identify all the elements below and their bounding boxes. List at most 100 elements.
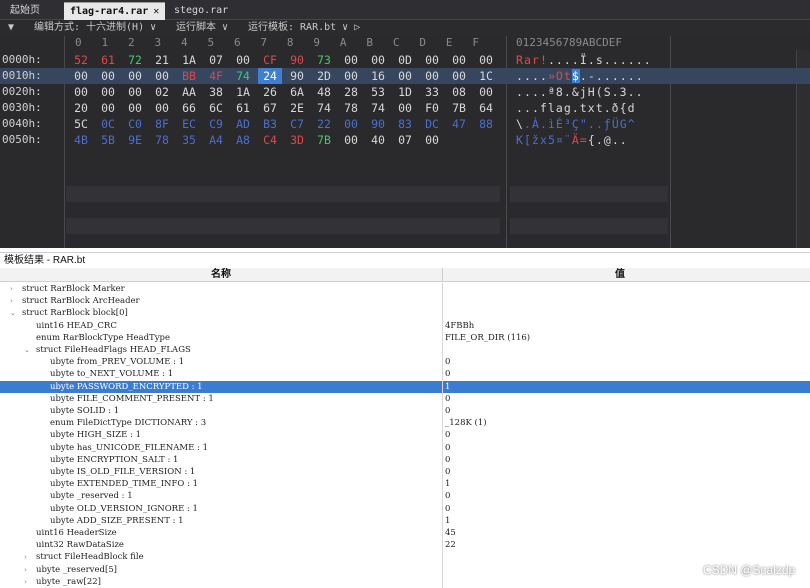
- hex-byte[interactable]: 00: [150, 68, 174, 84]
- template-row[interactable]: ubyte _reserved : 1 0: [0, 490, 810, 502]
- hex-byte[interactable]: 0C: [96, 116, 120, 132]
- hex-byte[interactable]: 1A: [231, 84, 255, 100]
- hex-byte[interactable]: CF: [258, 52, 282, 68]
- hex-byte[interactable]: F0: [420, 100, 444, 116]
- hex-byte[interactable]: 90: [285, 68, 309, 84]
- hex-byte[interactable]: 67: [258, 100, 282, 116]
- template-row[interactable]: ⌄ struct RarBlock block[0]: [0, 307, 810, 319]
- hex-byte[interactable]: 61: [231, 100, 255, 116]
- hex-byte[interactable]: 40: [366, 132, 390, 148]
- hex-byte[interactable]: 16: [366, 68, 390, 84]
- chevron-down-icon[interactable]: ⌄: [10, 307, 16, 319]
- template-row[interactable]: uint16 HeaderSize 45: [0, 527, 810, 539]
- hex-byte[interactable]: 02: [150, 84, 174, 100]
- chevron-right-icon[interactable]: ›: [24, 576, 27, 588]
- column-value-header[interactable]: 值: [615, 268, 625, 282]
- run-template-dropdown[interactable]: 运行模板: RAR.bt ∨ ▷: [248, 20, 360, 36]
- hex-byte[interactable]: 66: [177, 100, 201, 116]
- template-row[interactable]: ubyte HIGH_SIZE : 1 0: [0, 429, 810, 441]
- hex-byte[interactable]: 00: [393, 100, 417, 116]
- hex-byte[interactable]: C4: [258, 132, 282, 148]
- hex-byte[interactable]: 00: [69, 84, 93, 100]
- hex-byte[interactable]: 00: [339, 116, 363, 132]
- hex-byte[interactable]: 38: [204, 84, 228, 100]
- hex-byte[interactable]: C7: [285, 116, 309, 132]
- hex-byte[interactable]: B3: [258, 116, 282, 132]
- template-row[interactable]: ubyte ADD_SIZE_PRESENT : 1 1: [0, 515, 810, 527]
- chevron-right-icon[interactable]: ›: [10, 295, 13, 307]
- template-tree[interactable]: › struct RarBlock Marker › struct RarBlock …: [0, 283, 810, 588]
- template-row[interactable]: ubyte ENCRYPTION_SALT : 1 0: [0, 454, 810, 466]
- template-row[interactable]: › ubyte _raw[22]: [0, 576, 810, 588]
- hex-byte[interactable]: 00: [123, 100, 147, 116]
- hex-byte[interactable]: 4F: [204, 68, 228, 84]
- hex-byte[interactable]: 08: [447, 84, 471, 100]
- template-row[interactable]: ubyte to_NEXT_VOLUME : 1 0: [0, 368, 810, 380]
- hex-byte[interactable]: 48: [312, 84, 336, 100]
- hex-byte[interactable]: 7B: [447, 100, 471, 116]
- hex-byte[interactable]: 74: [312, 100, 336, 116]
- template-row[interactable]: ubyte FILE_COMMENT_PRESENT : 1 0: [0, 393, 810, 405]
- hex-byte[interactable]: 00: [231, 52, 255, 68]
- hex-byte[interactable]: 00: [339, 52, 363, 68]
- template-row[interactable]: ubyte SOLID : 1 0: [0, 405, 810, 417]
- hex-byte[interactable]: 20: [69, 100, 93, 116]
- hex-byte[interactable]: 07: [393, 132, 417, 148]
- hex-byte[interactable]: 61: [96, 52, 120, 68]
- run-script-dropdown[interactable]: 运行脚本 ∨: [176, 20, 228, 36]
- hex-byte[interactable]: 00: [123, 68, 147, 84]
- template-row[interactable]: ubyte IS_OLD_FILE_VERSION : 1 0: [0, 466, 810, 478]
- hex-byte[interactable]: 00: [96, 84, 120, 100]
- hex-byte[interactable]: 2D: [312, 68, 336, 84]
- hex-byte[interactable]: 00: [150, 100, 174, 116]
- template-row[interactable]: uint32 RawDataSize 22: [0, 539, 810, 551]
- hex-byte[interactable]: C0: [123, 116, 147, 132]
- hex-byte[interactable]: DC: [420, 116, 444, 132]
- chevron-down-icon[interactable]: ⌄: [24, 344, 30, 356]
- template-row[interactable]: › struct RarBlock Marker: [0, 283, 810, 295]
- collapse-icon[interactable]: ▼: [8, 20, 14, 36]
- hex-byte[interactable]: 00: [474, 84, 498, 100]
- hex-byte[interactable]: 1C: [474, 68, 498, 84]
- ascii-row[interactable]: ...flag.txt.ð{d: [516, 100, 636, 116]
- template-row[interactable]: › ubyte _reserved[5]: [0, 564, 810, 576]
- hex-byte[interactable]: 6C: [204, 100, 228, 116]
- hex-byte[interactable]: 53: [366, 84, 390, 100]
- hex-byte[interactable]: 00: [339, 132, 363, 148]
- hex-byte[interactable]: 07: [204, 52, 228, 68]
- template-row[interactable]: › struct RarBlock ArcHeader: [0, 295, 810, 307]
- ascii-row[interactable]: ....»Ot$.-......: [516, 68, 644, 84]
- hex-byte[interactable]: 6A: [285, 84, 309, 100]
- hex-byte[interactable]: 2E: [285, 100, 309, 116]
- ascii-row[interactable]: K[žx5¤¨Ä={.@..: [516, 132, 628, 148]
- template-row[interactable]: enum FileDictType DICTIONARY : 3 _128K (1…: [0, 417, 810, 429]
- ascii-row[interactable]: \.À.ìÉ­³Ç"..ƒÜG^: [516, 116, 636, 132]
- chevron-right-icon[interactable]: ›: [24, 551, 27, 563]
- hex-byte[interactable]: 47: [447, 116, 471, 132]
- ascii-row[interactable]: Rar!....Ï.s......: [516, 52, 652, 68]
- hex-byte[interactable]: 90: [366, 116, 390, 132]
- hex-byte[interactable]: A4: [204, 132, 228, 148]
- hex-byte[interactable]: 8F: [150, 116, 174, 132]
- hex-byte[interactable]: 00: [447, 68, 471, 84]
- hex-byte[interactable]: EC: [177, 116, 201, 132]
- hex-byte[interactable]: 1A: [177, 52, 201, 68]
- hex-byte[interactable]: 22: [312, 116, 336, 132]
- hex-byte[interactable]: 35: [177, 132, 201, 148]
- hex-byte[interactable]: 33: [420, 84, 444, 100]
- hex-byte[interactable]: A8: [231, 132, 255, 148]
- template-row[interactable]: ubyte EXTENDED_TIME_INFO : 1 1: [0, 478, 810, 490]
- template-row[interactable]: ⌄ struct FileHeadFlags HEAD_FLAGS: [0, 344, 810, 356]
- hex-byte[interactable]: 00: [420, 132, 444, 148]
- hex-byte[interactable]: 00: [69, 68, 93, 84]
- hex-byte[interactable]: 26: [258, 84, 282, 100]
- hex-byte[interactable]: AA: [177, 84, 201, 100]
- template-row[interactable]: ubyte PASSWORD_ENCRYPTED : 1 1: [0, 380, 810, 393]
- hex-byte[interactable]: C9: [204, 116, 228, 132]
- hex-byte[interactable]: 83: [393, 116, 417, 132]
- close-icon[interactable]: ✕: [153, 6, 159, 17]
- hex-byte[interactable]: 1D: [393, 84, 417, 100]
- hex-byte[interactable]: BB: [177, 68, 201, 84]
- hex-byte[interactable]: AD: [231, 116, 255, 132]
- tab-start-page[interactable]: 起始页: [4, 2, 46, 20]
